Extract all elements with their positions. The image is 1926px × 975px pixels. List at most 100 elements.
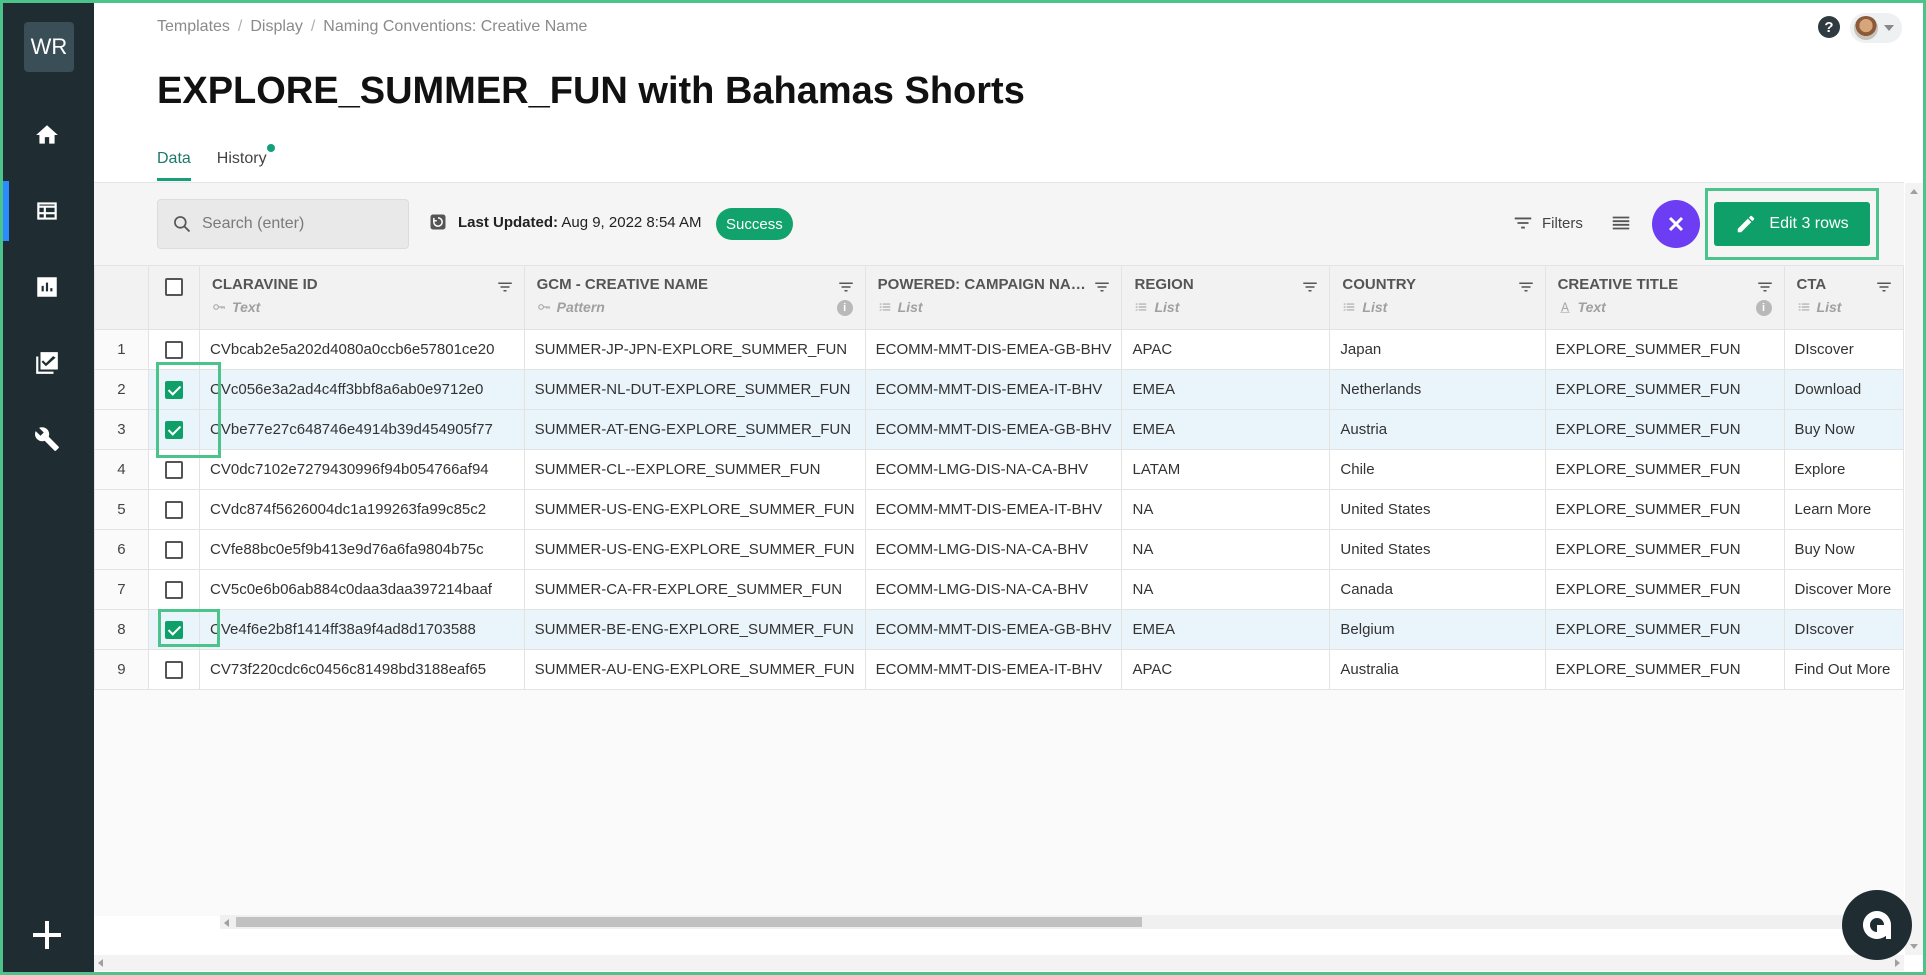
column-filter-icon[interactable] — [1875, 278, 1893, 296]
sidebar-item-templates[interactable] — [0, 181, 94, 241]
table-cell[interactable]: CVdc874f5626004dc1a199263fa99c85c2 — [199, 489, 525, 530]
table-cell[interactable]: Netherlands — [1329, 369, 1546, 410]
table-cell[interactable]: SUMMER-CA-FR-EXPLORE_SUMMER_FUN — [523, 569, 866, 610]
table-row[interactable]: 9 CV73f220cdc6c0456c81498bd3188eaf65 SUMME… — [94, 649, 1904, 690]
table-cell[interactable]: SUMMER-US-ENG-EXPLORE_SUMMER_FUN — [523, 489, 866, 530]
table-cell[interactable]: ECOMM-MMT-DIS-EMEA-IT-BHV — [864, 369, 1123, 410]
table-cell[interactable]: CVe4f6e2b8f1414ff38a9f4ad8d1703588 — [199, 609, 525, 650]
table-cell[interactable]: NA — [1121, 569, 1331, 610]
row-checkbox[interactable] — [164, 580, 183, 599]
table-cell[interactable]: EMEA — [1121, 369, 1331, 410]
table-cell[interactable]: ECOMM-LMG-DIS-NA-CA-BHV — [864, 449, 1123, 490]
tab-history[interactable]: History — [217, 144, 275, 181]
refresh-history-icon[interactable] — [428, 212, 448, 232]
table-cell[interactable]: United States — [1329, 489, 1546, 530]
scroll-left-icon[interactable] — [98, 959, 103, 967]
table-cell[interactable]: SUMMER-AT-ENG-EXPLORE_SUMMER_FUN — [523, 409, 866, 450]
clear-selection-button[interactable] — [1652, 200, 1700, 248]
table-cell[interactable]: Chile — [1329, 449, 1546, 490]
table-cell[interactable]: Buy Now — [1783, 529, 1904, 570]
table-cell[interactable]: NA — [1121, 529, 1331, 570]
page-horizontal-scrollbar[interactable] — [94, 955, 1904, 971]
table-cell[interactable]: Australia — [1329, 649, 1546, 690]
row-checkbox[interactable] — [164, 340, 183, 359]
help-icon[interactable]: ? — [1818, 16, 1840, 38]
table-cell[interactable]: Learn More — [1783, 489, 1904, 530]
table-cell[interactable]: CVc056e3a2ad4c4ff3bbf8a6ab0e9712e0 — [199, 369, 525, 410]
user-menu[interactable] — [1850, 13, 1902, 43]
table-cell[interactable]: United States — [1329, 529, 1546, 570]
table-cell[interactable]: ECOMM-MMT-DIS-EMEA-GB-BHV — [864, 329, 1123, 370]
sidebar-item-reports[interactable] — [0, 257, 94, 317]
table-cell[interactable]: DIscover — [1783, 609, 1904, 650]
table-cell[interactable]: Buy Now — [1783, 409, 1904, 450]
table-row[interactable]: 4 CV0dc7102e7279430996f94b054766af94 SUMME… — [94, 449, 1904, 490]
column-filter-icon[interactable] — [837, 278, 855, 296]
table-cell[interactable]: Download — [1783, 369, 1904, 410]
table-row[interactable]: 1 CVbcab2e5a202d4080a0ccb6e57801ce20 SUMME… — [94, 329, 1904, 370]
breadcrumb-display[interactable]: Display — [250, 18, 302, 36]
column-header[interactable]: REGION List — [1121, 265, 1331, 330]
table-cell[interactable]: NA — [1121, 489, 1331, 530]
table-cell[interactable]: SUMMER-BE-ENG-EXPLORE_SUMMER_FUN — [523, 609, 866, 650]
info-icon[interactable]: i — [836, 300, 853, 316]
table-row[interactable]: 5 CVdc874f5626004dc1a199263fa99c85c2 SUMME… — [94, 489, 1904, 530]
column-header[interactable]: POWERED: CAMPAIGN NAME List — [864, 265, 1123, 330]
column-filter-icon[interactable] — [1093, 278, 1111, 296]
table-cell[interactable]: Canada — [1329, 569, 1546, 610]
table-cell[interactable]: SUMMER-US-ENG-EXPLORE_SUMMER_FUN — [523, 529, 866, 570]
column-filter-icon[interactable] — [496, 278, 514, 296]
table-cell[interactable]: EXPLORE_SUMMER_FUN — [1544, 569, 1785, 610]
table-row[interactable]: 2 CVc056e3a2ad4c4ff3bbf8a6ab0e9712e0 SUMME… — [94, 369, 1904, 410]
tab-data[interactable]: Data — [157, 150, 191, 181]
table-cell[interactable]: EXPLORE_SUMMER_FUN — [1544, 489, 1785, 530]
table-cell[interactable]: SUMMER-NL-DUT-EXPLORE_SUMMER_FUN — [523, 369, 866, 410]
table-cell[interactable]: ECOMM-LMG-DIS-NA-CA-BHV — [864, 569, 1123, 610]
table-cell[interactable]: EXPLORE_SUMMER_FUN — [1544, 409, 1785, 450]
table-cell[interactable]: CV0dc7102e7279430996f94b054766af94 — [199, 449, 525, 490]
table-cell[interactable]: ECOMM-MMT-DIS-EMEA-IT-BHV — [864, 489, 1123, 530]
sidebar-item-home[interactable] — [0, 105, 94, 165]
row-checkbox[interactable] — [164, 660, 183, 679]
workspace-logo[interactable]: WR — [24, 22, 74, 72]
column-filter-icon[interactable] — [1301, 278, 1319, 296]
breadcrumb-templates[interactable]: Templates — [157, 18, 230, 36]
table-cell[interactable]: SUMMER-CL--EXPLORE_SUMMER_FUN — [523, 449, 866, 490]
table-cell[interactable]: ECOMM-MMT-DIS-EMEA-GB-BHV — [864, 409, 1123, 450]
table-cell[interactable]: Explore — [1783, 449, 1904, 490]
table-row[interactable]: 6 CVfe88bc0e5f9b413e9d76a6fa9804b75c SUMME… — [94, 529, 1904, 570]
table-cell[interactable]: EXPLORE_SUMMER_FUN — [1544, 609, 1785, 650]
select-all-checkbox[interactable] — [164, 278, 183, 296]
table-cell[interactable]: EMEA — [1121, 409, 1331, 450]
table-cell[interactable]: Discover More — [1783, 569, 1904, 610]
table-row[interactable]: 7 CV5c0e6b06ab884c0daa3daa397214baaf SUMME… — [94, 569, 1904, 610]
row-checkbox[interactable] — [164, 420, 183, 439]
table-cell[interactable]: SUMMER-AU-ENG-EXPLORE_SUMMER_FUN — [523, 649, 866, 690]
table-cell[interactable]: LATAM — [1121, 449, 1331, 490]
column-header[interactable]: CLARAVINE ID Text — [199, 265, 525, 330]
row-checkbox[interactable] — [164, 380, 183, 399]
column-header[interactable]: COUNTRY List — [1329, 265, 1546, 330]
scroll-up-icon[interactable] — [1910, 189, 1918, 194]
table-cell[interactable]: EXPLORE_SUMMER_FUN — [1544, 329, 1785, 370]
search-box[interactable] — [157, 199, 409, 249]
filters-button[interactable]: Filters — [1512, 212, 1583, 234]
table-cell[interactable]: EXPLORE_SUMMER_FUN — [1544, 649, 1785, 690]
support-chat-button[interactable] — [1842, 890, 1912, 960]
scroll-down-icon[interactable] — [1910, 944, 1918, 949]
table-cell[interactable]: APAC — [1121, 649, 1331, 690]
column-filter-icon[interactable] — [1517, 278, 1535, 296]
table-cell[interactable]: CV73f220cdc6c0456c81498bd3188eaf65 — [199, 649, 525, 690]
table-cell[interactable]: CVfe88bc0e5f9b413e9d76a6fa9804b75c — [199, 529, 525, 570]
table-cell[interactable]: CVbcab2e5a202d4080a0ccb6e57801ce20 — [199, 329, 525, 370]
table-cell[interactable]: ECOMM-MMT-DIS-EMEA-IT-BHV — [864, 649, 1123, 690]
table-cell[interactable]: EXPLORE_SUMMER_FUN — [1544, 449, 1785, 490]
row-checkbox[interactable] — [164, 620, 183, 639]
row-checkbox[interactable] — [164, 540, 183, 559]
horizontal-scrollbar[interactable] — [220, 915, 1905, 929]
column-header[interactable]: GCM - CREATIVE NAME Pattern i — [523, 265, 866, 330]
table-cell[interactable]: CV5c0e6b06ab884c0daa3daa397214baaf — [199, 569, 525, 610]
table-cell[interactable]: APAC — [1121, 329, 1331, 370]
add-button[interactable] — [0, 905, 94, 965]
density-icon[interactable] — [1610, 212, 1632, 234]
